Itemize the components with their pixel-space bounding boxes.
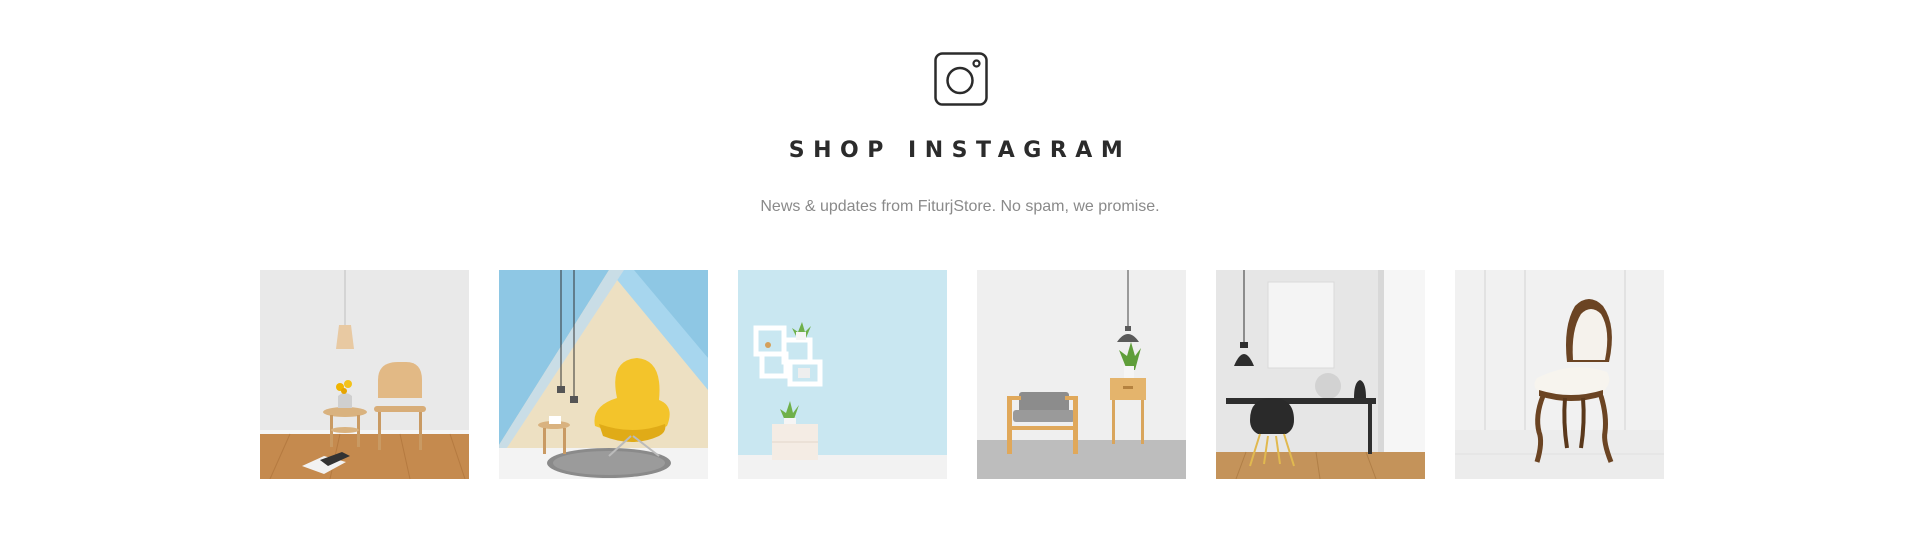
gallery-image-vintage-chair[interactable]	[1455, 270, 1664, 479]
section-subtitle: News & updates from FiturjStore. No spam…	[760, 198, 1160, 215]
instagram-icon	[934, 52, 988, 106]
gallery-image-grey-armchair[interactable]	[977, 270, 1186, 479]
gallery-image-black-chair-desk[interactable]	[1216, 270, 1425, 479]
section-title: SHOP INSTAGRAM	[788, 138, 1132, 163]
instagram-gallery	[260, 270, 1665, 479]
gallery-image-yellow-lounge-chair[interactable]	[499, 270, 708, 479]
gallery-image-wooden-chair[interactable]	[260, 270, 469, 479]
gallery-image-wall-shelves[interactable]	[738, 270, 947, 479]
